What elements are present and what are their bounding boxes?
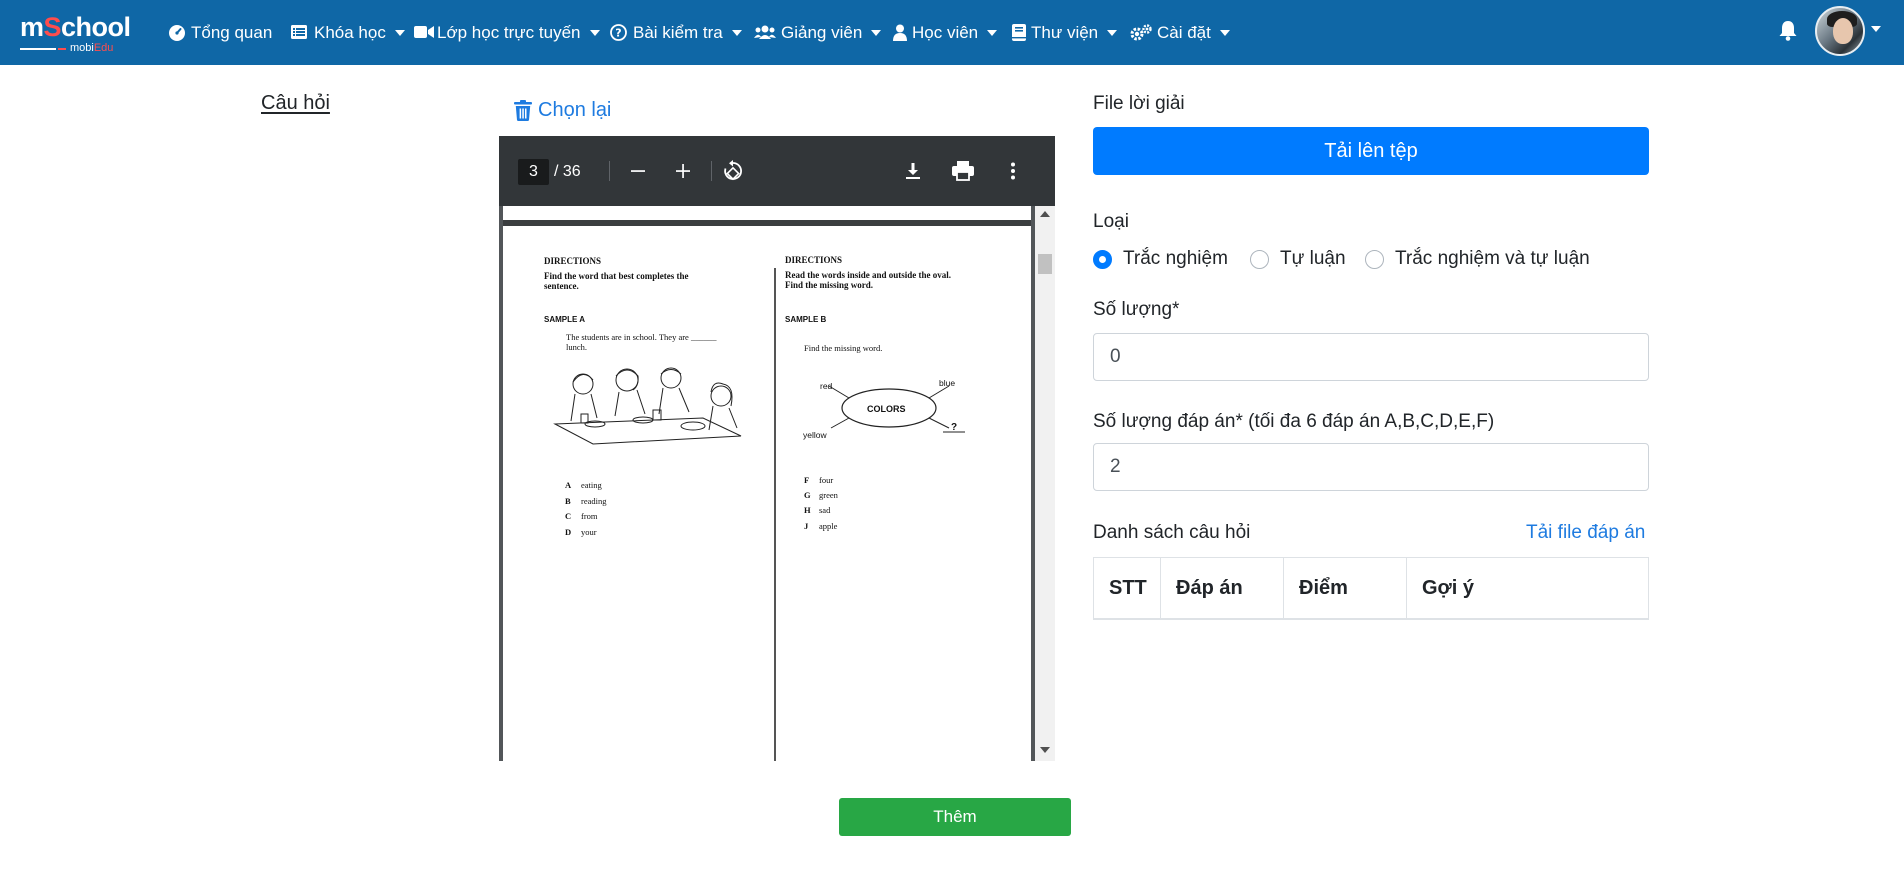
zoom-in-button[interactable] bbox=[668, 156, 698, 186]
radio-unchecked-icon bbox=[1365, 249, 1384, 269]
svg-text:?: ? bbox=[615, 27, 621, 40]
radio-label: Trắc nghiệm và tự luận bbox=[1395, 248, 1590, 269]
chevron-down-icon bbox=[1219, 30, 1230, 36]
chevron-down-icon bbox=[987, 30, 998, 36]
table-header-stt: STT bbox=[1094, 558, 1161, 618]
radio-trac-nghiem[interactable]: Trắc nghiệm bbox=[1093, 248, 1228, 270]
answers-count-input[interactable]: 2 bbox=[1093, 443, 1649, 491]
table-header-score: Điểm bbox=[1284, 558, 1407, 618]
minus-icon bbox=[631, 170, 645, 172]
mschool-logo[interactable]: mSchool mobiEdu bbox=[20, 10, 142, 56]
upload-file-button[interactable]: Tải lên tệp bbox=[1093, 127, 1649, 175]
page-title: Câu hỏi bbox=[261, 92, 330, 114]
type-label: Loại bbox=[1093, 211, 1129, 232]
table-header-answer: Đáp án bbox=[1161, 558, 1284, 618]
radio-trac-nghiem-va-tu-luan[interactable]: Trắc nghiệm và tự luận bbox=[1365, 248, 1590, 270]
bell-icon[interactable] bbox=[1778, 20, 1798, 42]
chevron-down-icon bbox=[731, 30, 742, 36]
nav-bai-kiem-tra[interactable]: ? Bài kiểm tra bbox=[610, 20, 742, 46]
nav-hoc-vien[interactable]: Học viên bbox=[893, 20, 998, 46]
nav-label: Tổng quan bbox=[191, 23, 273, 42]
nav-tong-quan[interactable]: Tổng quan bbox=[168, 20, 272, 46]
question-circle-icon: ? bbox=[610, 24, 628, 42]
chevron-down-icon[interactable] bbox=[1871, 26, 1881, 32]
page-total: / 36 bbox=[554, 163, 581, 180]
scroll-thumb[interactable] bbox=[1038, 254, 1052, 274]
trash-icon bbox=[514, 100, 532, 121]
book-icon bbox=[1012, 24, 1026, 42]
chevron-down-icon bbox=[589, 30, 600, 36]
users-icon bbox=[754, 24, 776, 42]
nav-label: Bài kiểm tra bbox=[633, 23, 723, 42]
rotate-button[interactable] bbox=[718, 156, 748, 186]
video-icon bbox=[414, 24, 434, 42]
pdf-page-area[interactable]: DIRECTIONS Find the word that best compl… bbox=[499, 206, 1055, 761]
logo-wordmark: mSchool bbox=[20, 12, 131, 42]
nav-label: Thư viện bbox=[1031, 23, 1099, 42]
radio-checked-icon bbox=[1093, 249, 1112, 269]
scroll-down-icon[interactable] bbox=[1040, 747, 1050, 753]
nav-cai-dat[interactable]: Cài đặt bbox=[1130, 20, 1230, 46]
chevron-down-icon bbox=[1107, 30, 1118, 36]
scroll-up-icon[interactable] bbox=[1040, 211, 1050, 217]
pdf-page: DIRECTIONS Find the word that best compl… bbox=[503, 224, 1031, 761]
quantity-input[interactable]: 0 bbox=[1093, 333, 1649, 381]
add-button[interactable]: Thêm bbox=[839, 798, 1071, 836]
print-icon bbox=[952, 161, 974, 181]
page-number-input[interactable]: 3 bbox=[518, 159, 549, 185]
tachometer-icon bbox=[168, 24, 186, 42]
nav-khoa-hoc[interactable]: Khóa học bbox=[291, 20, 405, 46]
nav-label: Lớp học trực tuyến bbox=[437, 23, 581, 42]
chevron-down-icon bbox=[394, 30, 405, 36]
nav-label: Khóa học bbox=[314, 23, 386, 42]
solution-file-label: File lời giải bbox=[1093, 93, 1185, 114]
answers-count-label: Số lượng đáp án* (tối đa 6 đáp án A,B,C,… bbox=[1093, 411, 1495, 432]
questions-table: STT Đáp án Điểm Gợi ý bbox=[1093, 557, 1649, 620]
more-vertical-icon bbox=[1011, 162, 1015, 180]
nav-lop-hoc-truc-tuyen[interactable]: Lớp học trực tuyến bbox=[414, 20, 600, 46]
plus-icon bbox=[676, 164, 690, 178]
nav-thu-vien[interactable]: Thư viện bbox=[1012, 20, 1118, 46]
user-icon bbox=[893, 24, 907, 42]
nav-label: Học viên bbox=[912, 23, 979, 42]
reset-label: Chọn lại bbox=[538, 99, 612, 121]
quantity-label: Số lượng* bbox=[1093, 299, 1180, 320]
download-icon bbox=[906, 163, 920, 179]
nav-label: Giảng viên bbox=[781, 23, 863, 42]
pdf-toolbar: 3 / 36 bbox=[499, 136, 1055, 206]
rotate-icon bbox=[724, 160, 742, 181]
students-eating-illustration bbox=[553, 367, 742, 445]
radio-tu-luan[interactable]: Tự luận bbox=[1250, 248, 1346, 270]
more-options-button[interactable] bbox=[998, 156, 1028, 186]
print-button[interactable] bbox=[948, 156, 978, 186]
radio-unchecked-icon bbox=[1250, 249, 1269, 269]
nav-label: Cài đặt bbox=[1157, 23, 1211, 42]
download-button[interactable] bbox=[898, 156, 928, 186]
radio-label: Tự luận bbox=[1280, 248, 1346, 269]
question-list-label: Danh sách câu hỏi bbox=[1093, 522, 1251, 543]
zoom-out-button[interactable] bbox=[623, 156, 653, 186]
nav-giang-vien[interactable]: Giảng viên bbox=[754, 20, 882, 46]
logo-subtitle: mobiEdu bbox=[70, 42, 114, 54]
table-header-hint: Gợi ý bbox=[1422, 576, 1475, 599]
chevron-down-icon bbox=[871, 30, 882, 36]
list-icon bbox=[291, 24, 309, 42]
radio-label: Trắc nghiệm bbox=[1123, 248, 1228, 269]
pdf-scrollbar[interactable] bbox=[1035, 206, 1055, 761]
cogs-icon bbox=[1130, 24, 1152, 42]
avatar[interactable] bbox=[1815, 6, 1865, 56]
reset-button[interactable]: Chọn lại bbox=[514, 99, 611, 122]
top-navbar: mSchool mobiEdu Tổng quan Khóa học Lớp h… bbox=[0, 0, 1904, 65]
download-answers-link[interactable]: Tải file đáp án bbox=[1526, 522, 1645, 544]
pdf-viewer[interactable]: 3 / 36 DIRECTIONS Find the word that bes… bbox=[499, 136, 1055, 761]
